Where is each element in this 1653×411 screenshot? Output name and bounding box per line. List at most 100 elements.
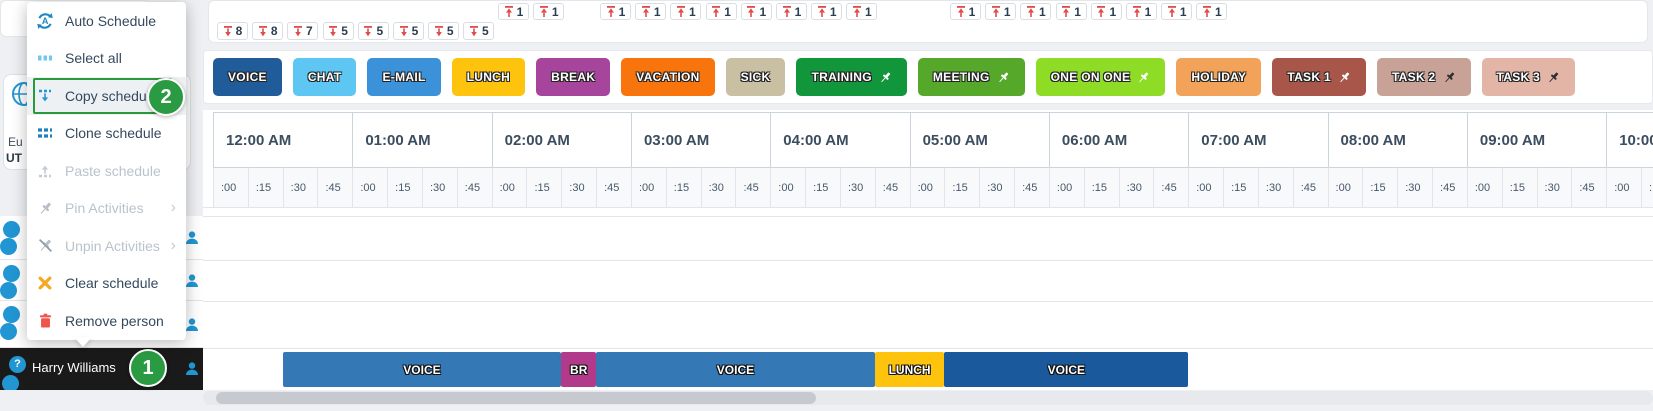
badge-value: 1 [1109,6,1116,18]
timeline-quarter-cell: :30 [701,167,736,207]
arrow-up-icon [991,6,1001,17]
activity-button-lunch[interactable]: LUNCH [452,58,526,96]
activity-button-vacation[interactable]: VACATION [621,58,714,96]
timeline-quarter-cell: :15 [666,167,701,207]
menu-item-clone-schedule[interactable]: Clone schedule [27,115,186,153]
badge-value: 1 [724,6,731,18]
person-icon[interactable] [184,273,200,289]
badge-value: 1 [865,6,872,18]
timeline-quarter-cell: :15 [1641,167,1653,207]
activity-button-e-mail[interactable]: E-MAIL [367,58,440,96]
svg-text:A: A [42,16,49,26]
arrow-up-icon [504,6,514,17]
pin-icon [1547,71,1560,84]
schedule-block-voice[interactable]: VOICE [283,352,562,387]
person-name[interactable]: Harry Williams [32,360,116,375]
activity-button-label: ONE ON ONE [1051,70,1131,84]
selected-person-row[interactable]: ? Harry Williams [0,348,203,390]
overstaffed-badge: 1 [741,3,772,20]
timeline-quarter-cell: :15 [1223,167,1258,207]
timeline-quarter-cell: :15 [944,167,979,207]
arrow-down-icon [328,26,338,37]
menu-item-icon-box [34,127,56,139]
person-icon[interactable] [184,361,200,377]
person-icon[interactable] [184,317,200,333]
timeline-quarter-cell: :15 [526,167,561,207]
arrow-down-icon [223,26,233,37]
activity-button-label: TASK 1 [1287,70,1331,84]
menu-item-label: Auto Schedule [65,13,156,29]
timeline-quarter-cell: :45 [1432,167,1467,207]
schedule-block-voice[interactable]: VOICE [944,352,1188,387]
activity-button-meeting[interactable]: MEETING [918,58,1025,96]
step-badge-2: 2 [147,78,185,116]
help-icon[interactable] [3,265,20,282]
timeline-quarter-cell: :30 [283,167,318,207]
timeline-hour-cell: 07:00 AM [1188,112,1327,167]
schedule-block-lunch[interactable]: LUNCH [875,352,945,387]
overstaffed-badge: 1 [846,3,877,20]
chevron-right-icon: › [171,238,186,254]
menu-item-unpin-activities: Unpin Activities› [27,227,186,265]
timeline-quarter-cell: :30 [1397,167,1432,207]
understaffed-badge: 5 [358,22,389,40]
menu-item-icon-box: A [34,12,56,30]
activity-button-chat[interactable]: CHAT [293,58,357,96]
arrow-up-icon [956,6,966,17]
activity-button-label: E-MAIL [382,70,425,84]
help-icon[interactable]: ? [9,356,26,373]
activity-button-holiday[interactable]: HOLIDAY [1176,58,1261,96]
badge-value: 1 [654,6,661,18]
paste-schedule-icon [37,164,53,178]
understaffed-badge: 5 [463,22,494,40]
grid-row-separator [203,260,1653,261]
activity-button-label: TASK 2 [1392,70,1436,84]
timeline-quarter-cell: :15 [248,167,283,207]
menu-item-auto-schedule[interactable]: A Auto Schedule [27,2,186,40]
activity-button-training[interactable]: TRAINING [796,58,906,96]
arrow-up-icon [1167,6,1177,17]
timeline-quarter-cell: :30 [840,167,875,207]
arrow-up-icon [1132,6,1142,17]
timeline-quarter-cell: :00 [1467,167,1502,207]
menu-item-remove-person[interactable]: Remove person [27,302,186,340]
pin-icon [1338,71,1351,84]
arrow-up-icon [676,6,686,17]
horizontal-scrollbar-thumb[interactable] [216,392,816,404]
badge-value: 1 [759,6,766,18]
overstaffed-badge: 1 [776,3,807,20]
timeline-hour-cell: 09:00 AM [1467,112,1606,167]
timeline-hour-cell: 03:00 AM [631,112,770,167]
arrow-up-icon [641,6,651,17]
understaffed-badge: 5 [428,22,459,40]
timeline-quarter-cell: :15 [805,167,840,207]
activity-button-voice[interactable]: VOICE [213,58,282,96]
activity-button-task-2[interactable]: TASK 2 [1377,58,1471,96]
timezone-region: Eu [8,135,23,149]
badge-value: 1 [1180,6,1187,18]
menu-item-icon-box [34,53,56,63]
person-icon[interactable] [184,230,200,246]
timeline-quarter-cell: :45 [875,167,910,207]
schedule-block-br[interactable]: BR [561,352,596,387]
activity-button-task-3[interactable]: TASK 3 [1482,58,1576,96]
help-icon[interactable] [3,306,20,323]
help-icon[interactable] [3,221,20,238]
activity-button-one-on-one[interactable]: ONE ON ONE [1036,58,1166,96]
menu-item-select-all[interactable]: Select all [27,40,186,78]
avatar [0,282,17,299]
menu-item-paste-schedule: Paste schedule [27,152,186,190]
menu-item-clear-schedule[interactable]: Clear schedule [27,265,186,303]
activity-button-sick[interactable]: SICK [726,58,786,96]
overstaffed-badge: 1 [533,3,564,20]
timeline-quarter-cell: :00 [910,167,945,207]
arrow-up-icon [539,6,549,17]
menu-item-pin-activities: Pin Activities› [27,190,186,228]
timeline-quarter-cell: :30 [422,167,457,207]
badge-value: 5 [341,25,348,37]
activity-button-task-1[interactable]: TASK 1 [1272,58,1366,96]
badge-value: 1 [517,6,524,18]
activity-button-break[interactable]: BREAK [536,58,610,96]
unpin-icon [38,238,53,253]
schedule-block-voice[interactable]: VOICE [596,352,875,387]
